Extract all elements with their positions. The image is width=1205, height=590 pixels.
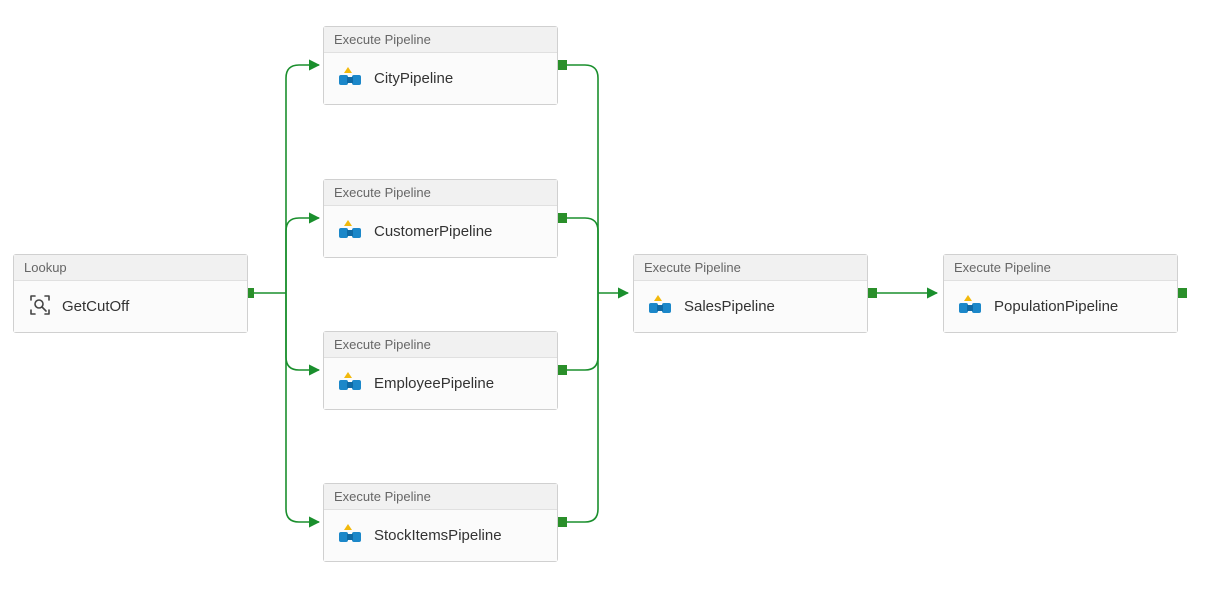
activity-getcutoff[interactable]: Lookup GetCutOff bbox=[13, 254, 248, 333]
activity-name: GetCutOff bbox=[62, 298, 129, 315]
activity-population[interactable]: Execute Pipeline PopulationPipeline bbox=[943, 254, 1178, 333]
lookup-icon bbox=[28, 293, 52, 320]
execute-pipeline-icon bbox=[338, 218, 364, 245]
activity-name: CustomerPipeline bbox=[374, 223, 492, 240]
pipeline-canvas[interactable]: Lookup GetCutOff Execute Pipeline bbox=[0, 0, 1205, 590]
activity-city[interactable]: Execute Pipeline CityPipeline bbox=[323, 26, 558, 105]
activity-name: PopulationPipeline bbox=[994, 298, 1118, 315]
execute-pipeline-icon bbox=[338, 522, 364, 549]
activity-type-label: Execute Pipeline bbox=[324, 484, 557, 510]
execute-pipeline-icon bbox=[338, 370, 364, 397]
activity-type-label: Execute Pipeline bbox=[944, 255, 1177, 281]
activity-name: CityPipeline bbox=[374, 70, 453, 87]
activity-type-label: Execute Pipeline bbox=[324, 27, 557, 53]
execute-pipeline-icon bbox=[648, 293, 674, 320]
activity-name: StockItemsPipeline bbox=[374, 527, 502, 544]
activity-type-label: Execute Pipeline bbox=[634, 255, 867, 281]
activity-name: SalesPipeline bbox=[684, 298, 775, 315]
execute-pipeline-icon bbox=[958, 293, 984, 320]
activity-employee[interactable]: Execute Pipeline EmployeePipeline bbox=[323, 331, 558, 410]
activity-stockitems[interactable]: Execute Pipeline StockItemsPipeline bbox=[323, 483, 558, 562]
activity-customer[interactable]: Execute Pipeline CustomerPipeline bbox=[323, 179, 558, 258]
execute-pipeline-icon bbox=[338, 65, 364, 92]
activity-name: EmployeePipeline bbox=[374, 375, 494, 392]
activity-sales[interactable]: Execute Pipeline SalesPipeline bbox=[633, 254, 868, 333]
activity-type-label: Execute Pipeline bbox=[324, 332, 557, 358]
activity-type-label: Execute Pipeline bbox=[324, 180, 557, 206]
activity-type-label: Lookup bbox=[14, 255, 247, 281]
